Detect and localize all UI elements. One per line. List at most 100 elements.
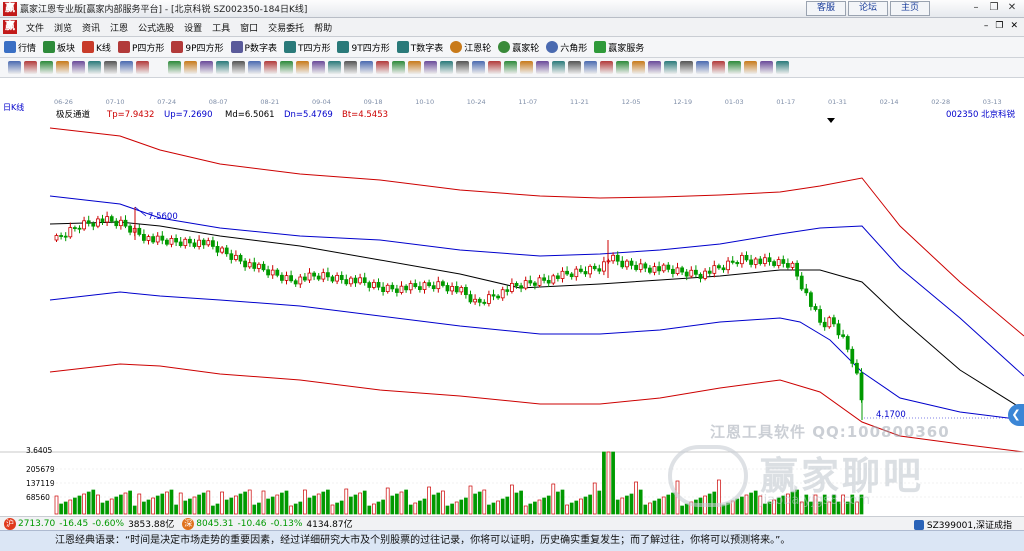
- draw-tool-19-icon[interactable]: [312, 61, 325, 74]
- draw-tool-30-icon[interactable]: [488, 61, 501, 74]
- draw-tool-1-icon[interactable]: [8, 61, 21, 74]
- hexagon-button[interactable]: 六角形: [546, 41, 587, 54]
- forum-link[interactable]: 论坛: [848, 1, 888, 16]
- draw-tool-29-icon[interactable]: [472, 61, 485, 74]
- draw-tool-9-icon[interactable]: [136, 61, 149, 74]
- draw-tool-36-icon[interactable]: [584, 61, 597, 74]
- draw-tool-34-icon[interactable]: [552, 61, 565, 74]
- volume-bar: [510, 484, 514, 515]
- menu-window[interactable]: 窗口: [235, 21, 263, 34]
- draw-tool-12-icon[interactable]: [200, 61, 213, 74]
- p-number-table-button[interactable]: P数字表: [230, 41, 277, 54]
- menu-formula[interactable]: 公式选股: [133, 21, 179, 34]
- draw-tool-7-icon[interactable]: [104, 61, 117, 74]
- minimize-icon[interactable]: –: [970, 2, 982, 14]
- app-menu-icon[interactable]: 赢: [3, 20, 17, 34]
- draw-tool-20-icon[interactable]: [328, 61, 341, 74]
- candle-body: [712, 265, 717, 274]
- candle-body: [261, 263, 266, 271]
- draw-tool-2-icon[interactable]: [24, 61, 37, 74]
- 9p-square-button[interactable]: 9P四方形: [171, 41, 224, 54]
- draw-tool-33-icon[interactable]: [536, 61, 549, 74]
- volume-bar: [234, 495, 238, 515]
- draw-tool-13-icon[interactable]: [216, 61, 229, 74]
- candle-body: [542, 277, 546, 281]
- sz-index-icon[interactable]: 深: [182, 517, 195, 530]
- menu-settings[interactable]: 设置: [179, 21, 207, 34]
- candle-body: [454, 286, 459, 293]
- t-number-table-button[interactable]: T数字表: [396, 41, 443, 54]
- close-icon[interactable]: ✕: [1006, 2, 1018, 14]
- menu-trade[interactable]: 交易委托: [263, 21, 309, 34]
- volume-bar: [615, 499, 620, 515]
- p-square-button[interactable]: P四方形: [117, 41, 164, 54]
- sz-index-value: 8045.31: [196, 518, 234, 529]
- draw-tool-27-icon[interactable]: [440, 61, 453, 74]
- mdi-minimize-icon[interactable]: –: [984, 21, 989, 31]
- candle-body: [721, 267, 726, 271]
- window-title: 赢家江恩专业版[赢家内部服务平台] - [北京科锐 SZ002350-184日K…: [20, 5, 308, 15]
- draw-tool-3-icon[interactable]: [40, 61, 53, 74]
- draw-tool-14-icon[interactable]: [232, 61, 245, 74]
- draw-tool-47-icon[interactable]: [760, 61, 773, 74]
- menu-file[interactable]: 文件: [21, 21, 49, 34]
- restore-icon[interactable]: ❐: [988, 2, 1000, 14]
- draw-tool-18-icon[interactable]: [296, 61, 309, 74]
- draw-tool-23-icon[interactable]: [376, 61, 389, 74]
- draw-tool-46-icon[interactable]: [744, 61, 757, 74]
- draw-tool-8-icon[interactable]: [120, 61, 133, 74]
- draw-tool-26-icon[interactable]: [424, 61, 437, 74]
- draw-tool-4-icon[interactable]: [56, 61, 69, 74]
- draw-tool-43-icon[interactable]: [696, 61, 709, 74]
- dropdown-triangle-icon[interactable]: [827, 118, 835, 123]
- candle-body: [486, 294, 491, 304]
- draw-tool-11-icon[interactable]: [184, 61, 197, 74]
- menu-news[interactable]: 资讯: [77, 21, 105, 34]
- draw-tool-25-icon[interactable]: [408, 61, 421, 74]
- draw-tool-10-icon[interactable]: [168, 61, 181, 74]
- 9t-square-button[interactable]: 9T四方形: [337, 41, 390, 54]
- draw-tool-16-icon[interactable]: [264, 61, 277, 74]
- draw-tool-15-icon[interactable]: [248, 61, 261, 74]
- draw-tool-40-icon[interactable]: [648, 61, 661, 74]
- draw-tool-41-icon[interactable]: [664, 61, 677, 74]
- draw-tool-6-icon[interactable]: [88, 61, 101, 74]
- draw-tool-39-icon[interactable]: [632, 61, 645, 74]
- menu-tools[interactable]: 工具: [207, 21, 235, 34]
- draw-tool-38-icon[interactable]: [616, 61, 629, 74]
- menu-help[interactable]: 帮助: [309, 21, 337, 34]
- draw-tool-35-icon[interactable]: [568, 61, 581, 74]
- volume-bar: [482, 489, 487, 515]
- t-square-button[interactable]: T四方形: [283, 41, 330, 54]
- draw-tool-37-icon[interactable]: [600, 61, 613, 74]
- draw-tool-45-icon[interactable]: [728, 61, 741, 74]
- gann-wheel-button[interactable]: 江恩轮: [450, 41, 491, 54]
- draw-tool-31-icon[interactable]: [504, 61, 517, 74]
- draw-tool-17-icon[interactable]: [280, 61, 293, 74]
- index-selector-icon[interactable]: [913, 519, 924, 530]
- draw-tool-21-icon[interactable]: [344, 61, 357, 74]
- winner-wheel-button[interactable]: 赢家轮: [498, 41, 539, 54]
- volume-bar: [533, 501, 537, 515]
- draw-tool-48-icon[interactable]: [776, 61, 789, 74]
- menu-browse[interactable]: 浏览: [49, 21, 77, 34]
- draw-tool-5-icon[interactable]: [72, 61, 85, 74]
- draw-tool-32-icon[interactable]: [520, 61, 533, 74]
- customer-service-link[interactable]: 客服: [806, 1, 846, 16]
- draw-tool-42-icon[interactable]: [680, 61, 693, 74]
- kline-button[interactable]: K线: [82, 41, 111, 54]
- sh-index-icon[interactable]: 沪: [4, 517, 16, 530]
- homepage-link[interactable]: 主页: [890, 1, 930, 16]
- winner-service-button[interactable]: 赢家服务: [594, 41, 644, 54]
- draw-tool-24-icon[interactable]: [392, 61, 405, 74]
- draw-tool-44-icon[interactable]: [712, 61, 725, 74]
- draw-tool-22-icon[interactable]: [360, 61, 373, 74]
- chevron-left-icon[interactable]: ❮: [1008, 404, 1024, 426]
- menu-gann[interactable]: 江恩: [105, 21, 133, 34]
- mdi-close-icon[interactable]: ✕: [1010, 21, 1018, 31]
- mdi-restore-icon[interactable]: ❐: [995, 21, 1003, 31]
- candle-body: [201, 239, 206, 246]
- sector-button[interactable]: 板块: [43, 41, 75, 54]
- quote-button[interactable]: 行情: [4, 41, 36, 54]
- draw-tool-28-icon[interactable]: [456, 61, 469, 74]
